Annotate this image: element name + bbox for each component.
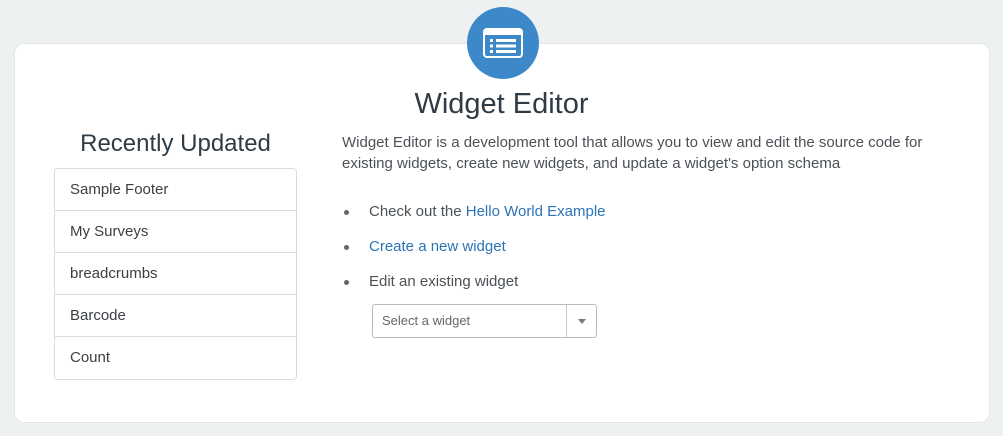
recently-updated-heading: Recently Updated — [80, 130, 271, 157]
hello-world-link[interactable]: Hello World Example — [466, 203, 606, 220]
widget-select[interactable]: Select a widget — [372, 304, 597, 338]
recently-updated-list: Sample Footer My Surveys breadcrumbs Bar… — [54, 168, 297, 380]
create-widget-item: Create a new widget — [342, 235, 606, 270]
edit-widget-item: Edit an existing widget — [342, 270, 606, 305]
check-out-label: Check out the — [369, 203, 462, 220]
create-widget-link[interactable]: Create a new widget — [369, 238, 506, 255]
list-item-breadcrumbs[interactable]: breadcrumbs — [55, 253, 296, 295]
edit-widget-label: Edit an existing widget — [369, 273, 519, 290]
list-icon — [483, 28, 523, 58]
bullet-icon — [344, 210, 349, 215]
widget-editor-icon — [467, 7, 539, 79]
page-title: Widget Editor — [414, 88, 589, 120]
list-item-sample-footer[interactable]: Sample Footer — [55, 169, 296, 211]
list-item-count[interactable]: Count — [55, 337, 296, 379]
list-item-my-surveys[interactable]: My Surveys — [55, 211, 296, 253]
actions-list: Check out the Hello World Example Create… — [342, 200, 606, 305]
dropdown-arrow-icon[interactable] — [566, 305, 596, 337]
hello-world-item: Check out the Hello World Example — [342, 200, 606, 235]
widget-select-placeholder: Select a widget — [382, 313, 471, 328]
bullet-icon — [344, 280, 349, 285]
bullet-icon — [344, 245, 349, 250]
description-text: Widget Editor is a development tool that… — [342, 134, 923, 172]
list-item-barcode[interactable]: Barcode — [55, 295, 296, 337]
